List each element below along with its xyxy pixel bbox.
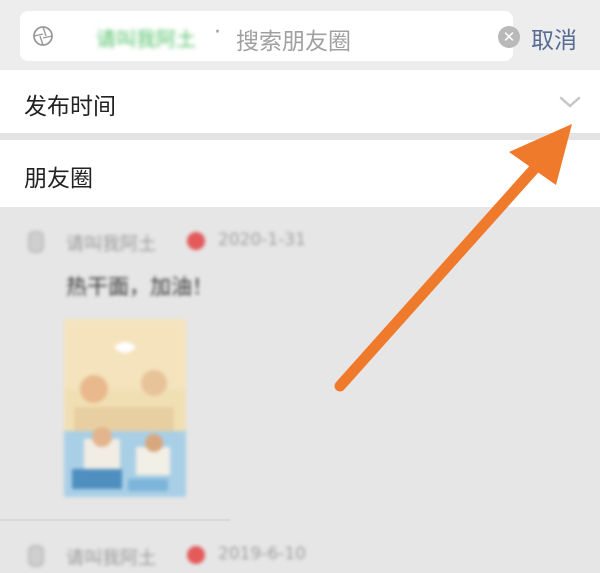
- annotation-arrow-icon: [334, 124, 572, 392]
